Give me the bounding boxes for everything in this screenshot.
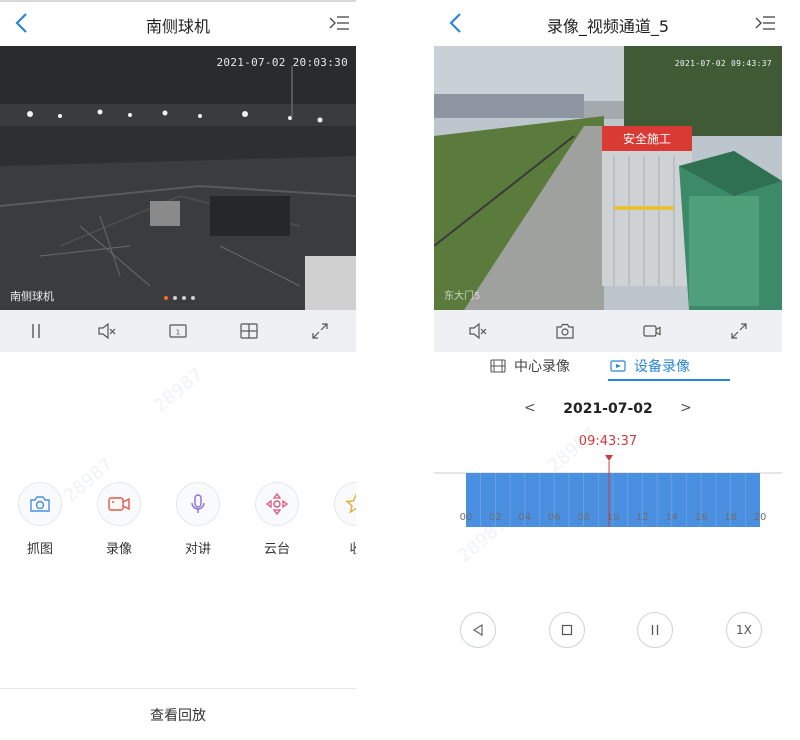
live-video-feed[interactable]: 2021-07-02 20:03:30 南侧球机	[0, 46, 356, 310]
page-dot-active[interactable]	[164, 296, 168, 300]
function-label: 云台	[263, 542, 290, 557]
stop-icon	[561, 624, 572, 636]
mute-button[interactable]	[92, 316, 122, 346]
function-circle	[97, 482, 141, 526]
function-circle	[176, 482, 220, 526]
timeline-cursor-marker	[605, 455, 614, 461]
nav-bar: 录像_视频通道_5	[434, 0, 782, 46]
date-selector: < 2021-07-02 >	[434, 398, 782, 420]
timeline-tick-label: 00	[460, 512, 473, 523]
recording-timeline[interactable]: 00 02 04 06 08 10 12 14 16 18 20	[434, 455, 782, 535]
watermark: 28987	[149, 364, 208, 417]
prev-button[interactable]	[460, 612, 496, 648]
fullscreen-button[interactable]	[724, 316, 754, 346]
live-view-screen: 南侧球机 2021-07-02 20:03:30 南侧球机 1 28987 28…	[0, 0, 356, 740]
snapshot-function[interactable]: 抓图	[18, 482, 62, 557]
mute-icon	[98, 322, 116, 340]
night-site-scene	[0, 46, 356, 310]
ptz-function[interactable]: 云台	[255, 482, 299, 557]
record-function[interactable]: 录像	[97, 482, 141, 557]
fullscreen-icon	[312, 323, 328, 339]
microphone-icon	[191, 494, 205, 513]
pause-icon	[31, 324, 40, 338]
current-date[interactable]: 2021-07-02	[434, 401, 782, 417]
pause-icon	[652, 625, 659, 635]
mute-button[interactable]	[463, 316, 493, 346]
tab-center-recording[interactable]: 中心录像	[490, 356, 570, 376]
recording-source-tabs: 中心录像 设备录像	[434, 352, 782, 382]
current-playback-time: 09:43:37	[578, 434, 638, 449]
timeline-tick-label: 08	[577, 512, 590, 523]
function-label: 收	[349, 542, 356, 557]
intercom-function[interactable]: 对讲	[176, 482, 220, 557]
film-icon	[490, 359, 506, 373]
channel-label: 东大门5	[444, 291, 481, 302]
function-circle	[18, 482, 62, 526]
pause-button[interactable]	[21, 316, 51, 346]
record-button[interactable]	[637, 316, 667, 346]
snapshot-button[interactable]	[550, 316, 580, 346]
mute-icon	[468, 322, 486, 340]
fullscreen-button[interactable]	[305, 316, 335, 346]
prev-icon	[472, 623, 483, 637]
device-video-icon	[610, 360, 626, 372]
nav-bar: 南侧球机	[0, 0, 356, 46]
video-timestamp: 2021-07-02 20:03:30	[216, 56, 348, 69]
ptz-direction-icon	[265, 492, 289, 516]
active-tab-indicator	[608, 379, 730, 381]
snapshot-icon	[555, 323, 574, 339]
pause-button[interactable]	[637, 612, 674, 648]
stream-quality-icon: 1	[169, 324, 187, 338]
star-icon	[345, 493, 356, 514]
playback-video-feed[interactable]: 安全施工 2021-07-02 09:43:37 东大门5	[434, 46, 782, 310]
record-icon	[642, 325, 661, 337]
page-dot[interactable]	[191, 296, 195, 300]
timeline-tick-label: 18	[724, 512, 737, 523]
tab-label: 中心录像	[514, 359, 570, 375]
video-record-icon	[108, 497, 130, 511]
page-dot[interactable]	[182, 296, 186, 300]
timeline-tick-label: 16	[695, 512, 708, 523]
timeline-tick-label: 20	[754, 512, 767, 523]
grid-layout-button[interactable]	[234, 316, 264, 346]
daytime-site-scene: 安全施工	[434, 46, 782, 310]
function-label: 抓图	[26, 542, 53, 557]
video-control-bar	[434, 310, 782, 352]
playback-controls: 1X	[460, 612, 762, 648]
page-title: 南侧球机	[145, 17, 210, 36]
timeline-tick-label: 06	[548, 512, 561, 523]
tab-device-recording[interactable]: 设备录像	[610, 356, 690, 376]
page-title: 录像_视频通道_5	[546, 17, 670, 36]
function-circle	[334, 482, 356, 526]
timeline-tick-label: 04	[518, 512, 531, 523]
stream-quality-button[interactable]: 1	[163, 316, 193, 346]
function-circle	[255, 482, 299, 526]
tab-label: 设备录像	[634, 359, 690, 375]
function-label: 录像	[105, 542, 132, 557]
timeline-tick-label: 14	[665, 512, 678, 523]
channel-label: 南侧球机	[10, 290, 54, 303]
playback-screen: 录像_视频通道_5 安全施工 2021-07-02 09:43:37 东大门5 …	[434, 0, 782, 740]
fullscreen-icon	[730, 323, 747, 339]
function-grid: 抓图 录像 对讲 云台 收	[18, 482, 356, 557]
camera-icon	[30, 496, 50, 512]
page-indicator	[164, 296, 195, 300]
video-timestamp: 2021-07-02 09:43:37	[674, 59, 772, 68]
stop-button[interactable]	[548, 612, 585, 648]
grid-layout-icon	[240, 323, 258, 339]
function-label: 对讲	[184, 542, 211, 557]
timeline-tick-label: 12	[636, 512, 649, 523]
view-playback-button[interactable]: 查看回放	[0, 688, 356, 740]
svg-text:1: 1	[176, 329, 180, 337]
timeline-tick-label: 02	[489, 512, 502, 523]
speed-button[interactable]: 1X	[725, 612, 762, 648]
next-date-button[interactable]: >	[680, 400, 692, 416]
safety-sign-text: 安全施工	[623, 131, 671, 146]
menu-list-icon[interactable]	[754, 14, 776, 32]
video-control-bar: 1	[0, 310, 356, 352]
menu-list-icon[interactable]	[328, 14, 350, 32]
page-dot[interactable]	[173, 296, 177, 300]
favorite-function[interactable]: 收	[334, 482, 356, 557]
